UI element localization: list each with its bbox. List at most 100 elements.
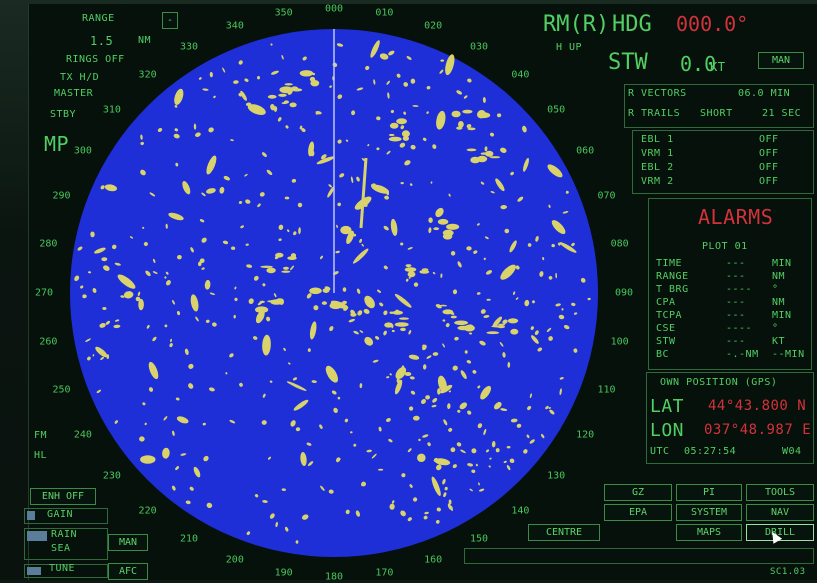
echo-blip [289, 102, 297, 108]
bearing-label-250: 250 [52, 384, 71, 396]
pi-button[interactable]: PI [676, 484, 742, 501]
plot-number[interactable]: PLOT 01 [702, 241, 748, 252]
plot-row-label: RANGE [656, 271, 689, 282]
lon-label: LON [650, 420, 685, 441]
echo-blip [396, 118, 407, 125]
message-bar [464, 548, 814, 564]
ebl-vrm-label[interactable]: VRM 2 [641, 176, 674, 187]
echo-blip [404, 267, 417, 272]
plot-row-label: BC [656, 349, 670, 360]
plot-row-unit: KT [772, 336, 786, 347]
echo-blip [442, 229, 454, 237]
utc-value: 05:27:54 [684, 446, 737, 457]
echo-blip [421, 268, 429, 271]
software-version: SC1.03 [770, 567, 806, 577]
bearing-label-340: 340 [225, 20, 244, 32]
echo-blip [388, 133, 395, 137]
bearing-label-290: 290 [52, 190, 71, 202]
ebl-vrm-label[interactable]: EBL 1 [641, 134, 674, 145]
lat-label: LAT [650, 396, 685, 417]
plot-row-unit: --MIN [772, 349, 805, 360]
r-trails-label[interactable]: R TRAILS [628, 108, 680, 119]
plot-row-value: --- [726, 336, 746, 347]
gz-button[interactable]: GZ [604, 484, 672, 501]
bearing-label-270: 270 [34, 287, 54, 299]
echo-blip [466, 148, 477, 152]
echo-blip [446, 223, 460, 230]
alarms-button[interactable]: ALARMS [698, 205, 773, 229]
r-trails-value: 21 SEC [762, 108, 802, 119]
bearing-label-020: 020 [424, 20, 443, 32]
plot-row-value: --- [726, 258, 746, 269]
echo-blip [507, 318, 519, 324]
own-position-title: OWN POSITION (GPS) [660, 377, 778, 388]
echo-blip [279, 298, 284, 305]
bearing-label-050: 050 [547, 104, 566, 116]
echo-blip [140, 455, 156, 464]
bearing-label-330: 330 [179, 41, 199, 53]
echo-blip [486, 331, 500, 335]
echo-blip [322, 288, 330, 293]
echo-blip [389, 122, 399, 129]
motion-mode-rm[interactable]: RM(R) [543, 12, 609, 37]
bearing-label-080: 080 [610, 238, 629, 250]
echo-blip [279, 86, 294, 94]
echo-blip [255, 306, 269, 314]
hdg-label: HDG [612, 12, 652, 37]
bearing-label-100: 100 [610, 336, 629, 348]
echo-blip [266, 267, 276, 274]
ebl-vrm-value: OFF [759, 134, 779, 145]
echo-blip [407, 271, 416, 278]
utc-label: UTC [650, 446, 670, 457]
echo-blip [350, 431, 353, 434]
r-vectors-label[interactable]: R VECTORS [628, 88, 687, 99]
plot-row-unit: NM [772, 271, 786, 282]
bearing-label-350: 350 [274, 7, 293, 19]
echo-blip [451, 110, 461, 118]
plot-row-value: --- [726, 297, 746, 308]
bearing-label-320: 320 [138, 69, 157, 81]
centre-button[interactable]: CENTRE [528, 524, 600, 541]
echo-blip [259, 300, 265, 303]
echo-blip [392, 310, 404, 315]
tools-button[interactable]: TOOLS [746, 484, 814, 501]
ebl-vrm-label[interactable]: VRM 1 [641, 148, 674, 159]
plot-row-unit: MIN [772, 258, 792, 269]
echo-blip [450, 315, 457, 319]
nav-button[interactable]: NAV [746, 504, 814, 521]
bearing-label-030: 030 [469, 41, 489, 53]
bearing-label-240: 240 [73, 429, 92, 441]
echo-blip [399, 317, 409, 320]
echo-blip [506, 446, 511, 449]
plot-row-unit: ° [772, 284, 779, 295]
echo-blip [457, 325, 470, 331]
plot-row-label: T BRG [656, 284, 689, 295]
system-button[interactable]: SYSTEM [676, 504, 742, 521]
bearing-label-060: 060 [576, 145, 595, 157]
ebl-vrm-label[interactable]: EBL 2 [641, 162, 674, 173]
bearing-label-230: 230 [102, 470, 121, 482]
echo-blip [442, 309, 454, 315]
echo-blip [458, 121, 464, 128]
r-vectors-value: 06.0 MIN [738, 88, 791, 99]
stw-label: STW [608, 50, 648, 75]
bearing-label-040: 040 [511, 69, 530, 81]
echo-blip [510, 328, 519, 335]
bearing-label-130: 130 [547, 470, 566, 482]
orientation-mode[interactable]: H UP [556, 42, 582, 53]
bearing-label-180: 180 [324, 571, 344, 583]
echo-blip [402, 136, 409, 141]
bearing-label-280: 280 [39, 238, 58, 250]
bearing-label-010: 010 [375, 7, 394, 19]
speed-mode-button[interactable]: MAN [758, 52, 804, 69]
echo-blip [485, 150, 494, 157]
maps-button[interactable]: MAPS [676, 524, 742, 541]
echo-blip [454, 320, 468, 326]
echo-blip [275, 252, 284, 258]
bearing-label-070: 070 [597, 190, 616, 202]
r-trails-mode[interactable]: SHORT [700, 108, 733, 119]
epa-button[interactable]: EPA [604, 504, 672, 521]
plot-row-label: CSE [656, 323, 676, 334]
ebl-vrm-value: OFF [759, 148, 779, 159]
echo-blip [477, 112, 491, 119]
